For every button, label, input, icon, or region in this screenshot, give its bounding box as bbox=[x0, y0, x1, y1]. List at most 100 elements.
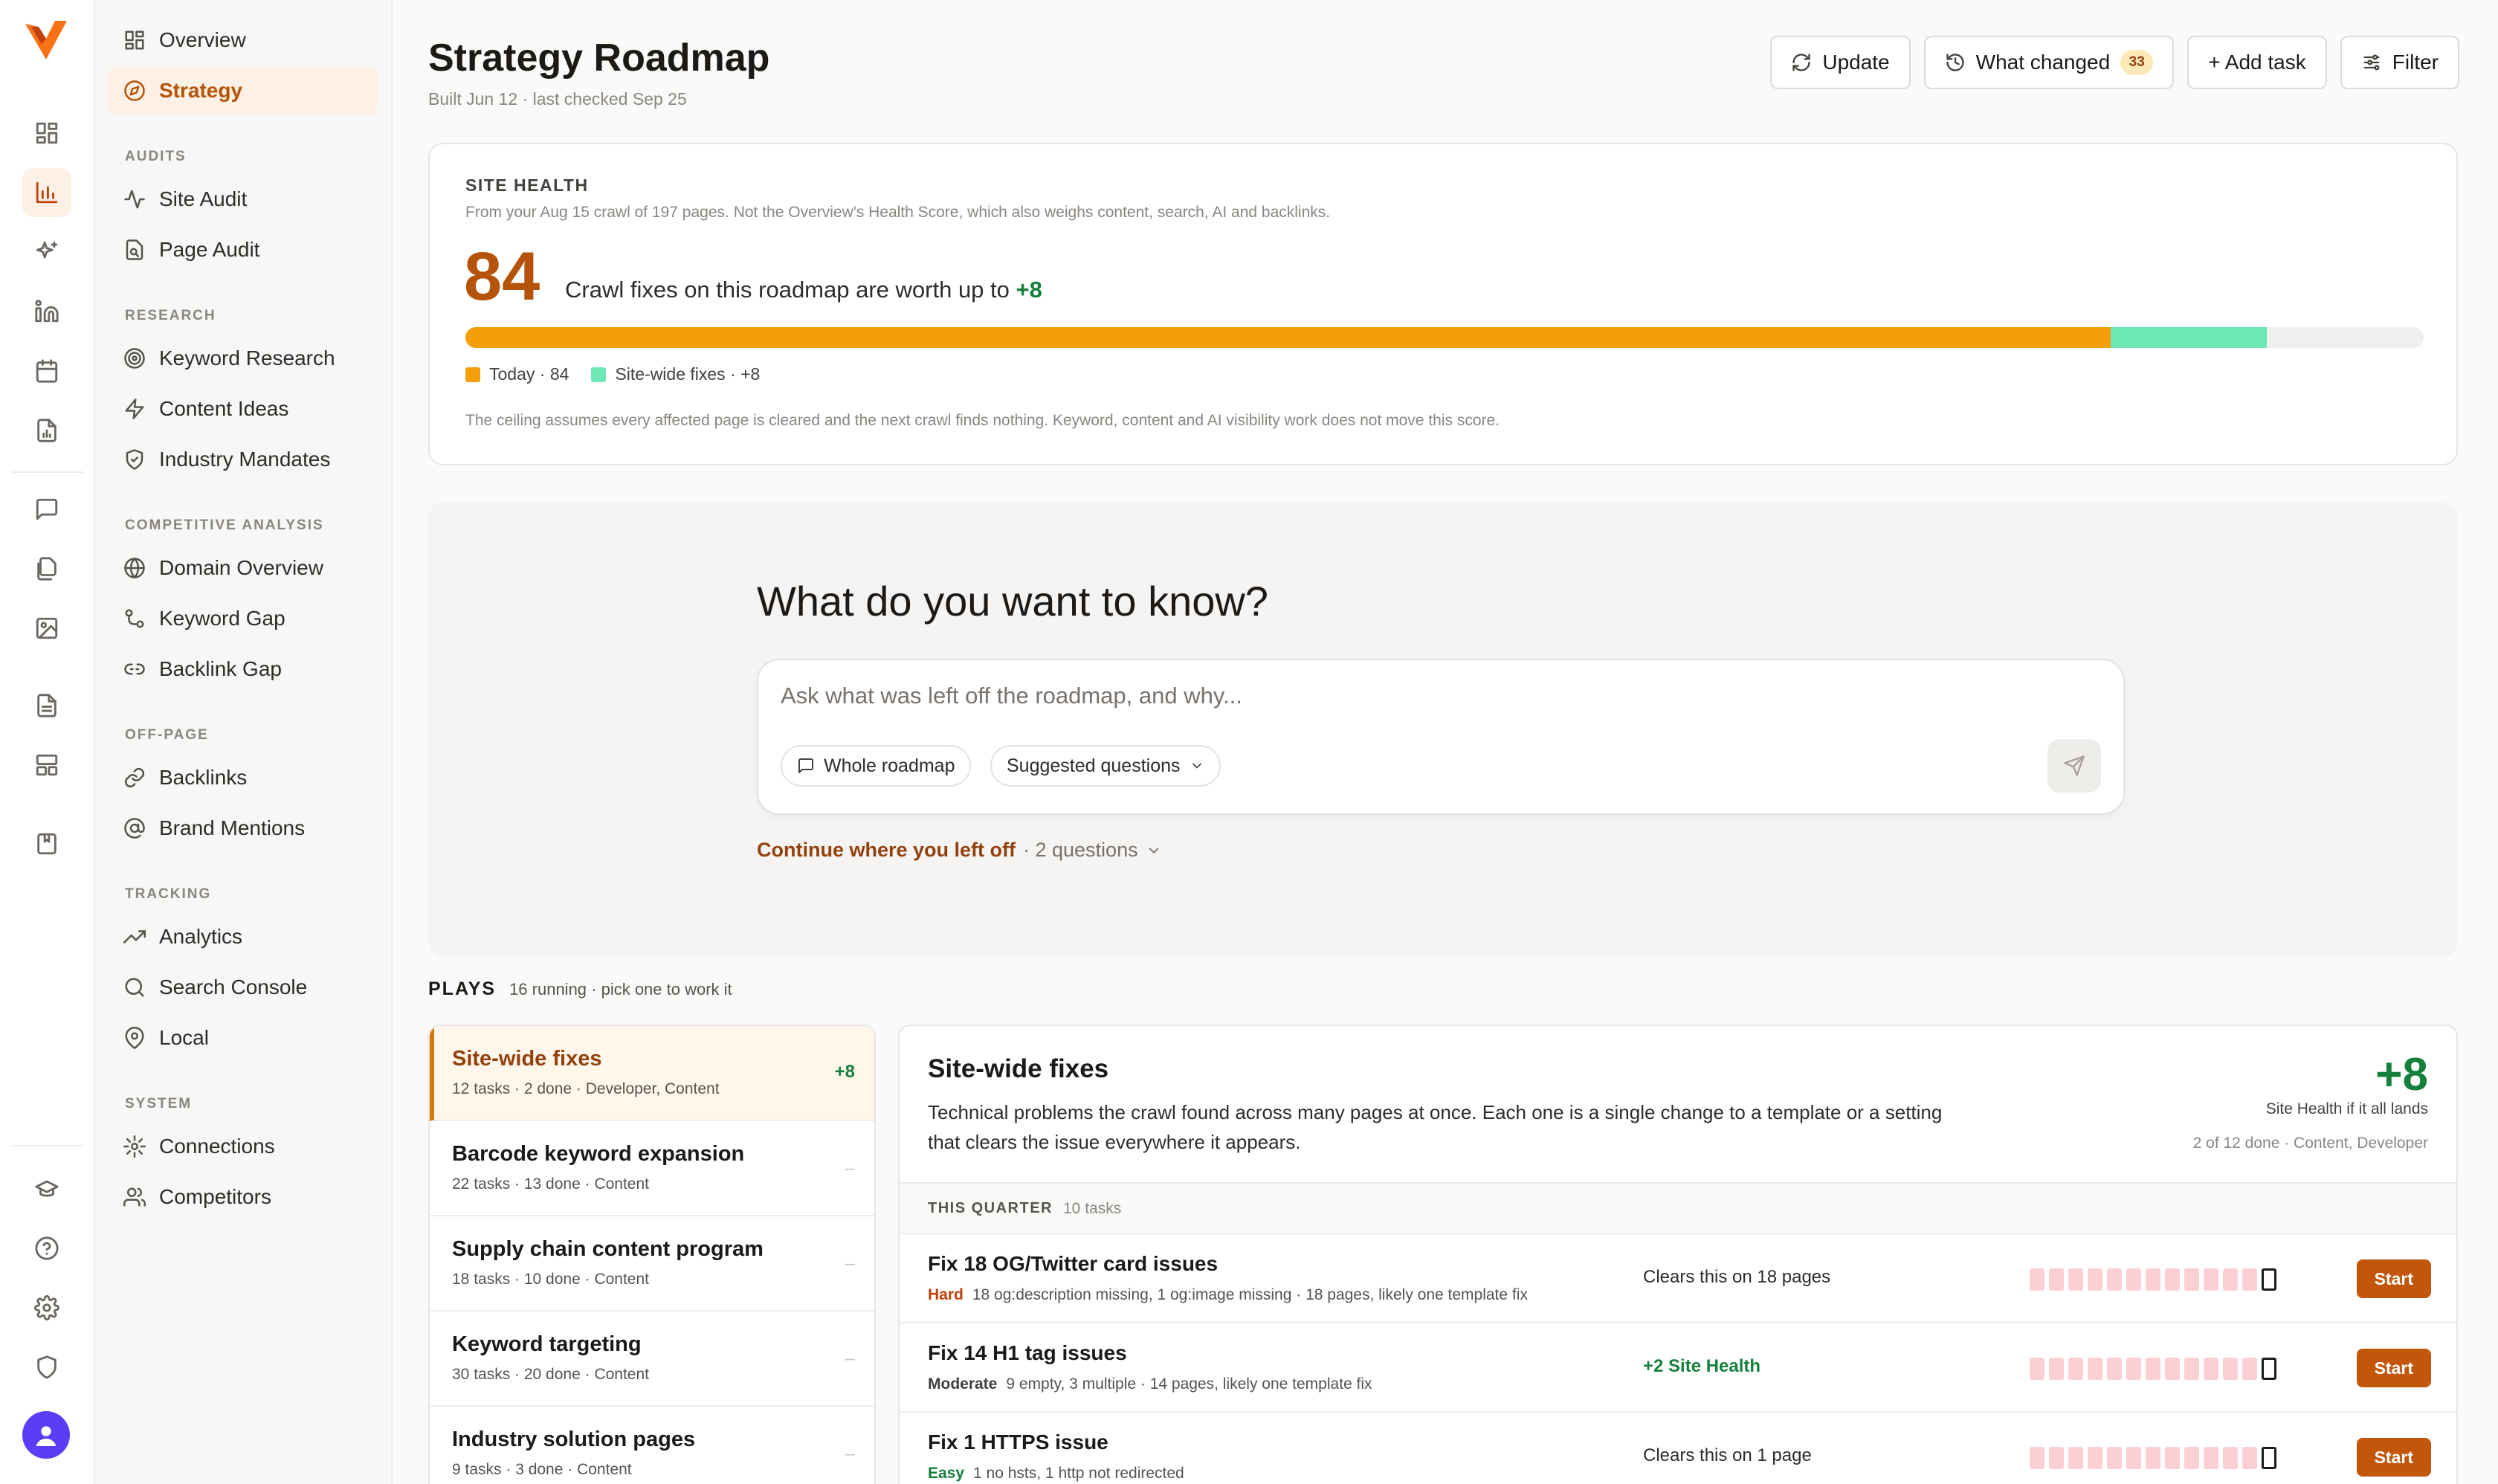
filter-button[interactable]: Filter bbox=[2340, 36, 2459, 89]
rail-graduation-icon[interactable] bbox=[22, 1164, 71, 1213]
site-health-note: The ceiling assumes every affected page … bbox=[465, 412, 1500, 429]
nav-item-search-console[interactable]: Search Console bbox=[107, 964, 378, 1011]
nav-item-label: Strategy bbox=[159, 79, 243, 102]
nav-item-content-ideas[interactable]: Content Ideas bbox=[107, 385, 378, 433]
rail-image-icon[interactable] bbox=[22, 604, 71, 653]
rail-chat-icon[interactable] bbox=[22, 485, 71, 534]
rail-report-icon[interactable] bbox=[22, 406, 71, 455]
rail-divider-bottom bbox=[12, 1145, 83, 1146]
chevron-down-icon[interactable] bbox=[1146, 842, 1162, 859]
start-button[interactable]: Start bbox=[2356, 1349, 2431, 1387]
nav-item-keyword-gap[interactable]: Keyword Gap bbox=[107, 595, 378, 642]
plays-subtitle: 16 running · pick one to work it bbox=[509, 980, 732, 999]
rail-document-icon[interactable] bbox=[22, 681, 71, 730]
sliders-icon bbox=[2363, 54, 2380, 71]
nav-item-local[interactable]: Local bbox=[107, 1014, 378, 1062]
bar-segment-today bbox=[465, 327, 2111, 348]
update-button[interactable]: Update bbox=[1770, 36, 1911, 89]
nav-item-label: Keyword Research bbox=[159, 346, 335, 370]
rail-layout-icon[interactable] bbox=[22, 741, 71, 790]
play-item[interactable]: Supply chain content program 18 tasks · … bbox=[430, 1216, 874, 1312]
progress-cell bbox=[2165, 1358, 2180, 1380]
rail-dashboard-icon[interactable] bbox=[22, 109, 71, 158]
play-value: – bbox=[845, 1254, 855, 1274]
task-progress-cells bbox=[2030, 1358, 2276, 1380]
play-item[interactable]: Barcode keyword expansion 22 tasks · 13 … bbox=[430, 1121, 874, 1216]
nav-item-connections[interactable]: Connections bbox=[107, 1123, 378, 1170]
detail-title: Site-wide fixes bbox=[928, 1054, 1109, 1083]
progress-cell bbox=[2204, 1268, 2218, 1291]
progress-cell-current bbox=[2262, 1268, 2276, 1291]
nav-item-backlinks[interactable]: Backlinks bbox=[107, 754, 378, 801]
start-button[interactable]: Start bbox=[2356, 1259, 2431, 1298]
progress-cell bbox=[2165, 1268, 2180, 1291]
nav-item-strategy[interactable]: Strategy bbox=[107, 67, 378, 114]
rail-help-icon[interactable] bbox=[22, 1224, 71, 1273]
progress-cell bbox=[2223, 1268, 2238, 1291]
task-name[interactable]: Fix 14 H1 tag issues bbox=[928, 1341, 1127, 1365]
send-button[interactable] bbox=[2047, 739, 2101, 793]
start-button[interactable]: Start bbox=[2356, 1438, 2431, 1477]
link-icon bbox=[124, 767, 145, 788]
nav-item-overview[interactable]: Overview bbox=[107, 16, 378, 64]
nav-item-keyword-research[interactable]: Keyword Research bbox=[107, 335, 378, 382]
what-changed-button[interactable]: What changed 33 bbox=[1923, 36, 2175, 89]
compass-icon bbox=[124, 80, 145, 101]
rail-bookmark-icon[interactable] bbox=[22, 819, 71, 868]
nav-item-competitors[interactable]: Competitors bbox=[107, 1173, 378, 1221]
at-sign-icon bbox=[124, 818, 145, 839]
suggested-questions-dropdown[interactable]: Suggested questions bbox=[990, 745, 1221, 787]
task-name[interactable]: Fix 18 OG/Twitter card issues bbox=[928, 1252, 1218, 1276]
worth-value: +8 bbox=[1016, 277, 1042, 303]
activity-icon bbox=[124, 190, 145, 209]
progress-cell bbox=[2126, 1358, 2141, 1380]
continue-count[interactable]: · 2 questions bbox=[1023, 839, 1138, 862]
progress-cell bbox=[2242, 1358, 2257, 1380]
icon-rail bbox=[0, 0, 95, 1484]
send-icon bbox=[2064, 755, 2085, 776]
site-health-legend: Today · 84 Site-wide fixes · +8 bbox=[465, 364, 760, 384]
progress-cell bbox=[2068, 1268, 2083, 1291]
play-item[interactable]: Keyword targeting 30 tasks · 20 done · C… bbox=[430, 1312, 874, 1407]
file-search-icon bbox=[126, 239, 143, 260]
progress-cell bbox=[2107, 1447, 2122, 1469]
progress-cell bbox=[2030, 1447, 2044, 1469]
rail-chart-icon[interactable] bbox=[22, 168, 71, 217]
nav-item-domain-overview[interactable]: Domain Overview bbox=[107, 544, 378, 592]
progress-cell bbox=[2030, 1358, 2044, 1380]
progress-cell bbox=[2165, 1447, 2180, 1469]
legend-today-label: Today · 84 bbox=[489, 364, 569, 384]
scope-chip[interactable]: Whole roadmap bbox=[781, 745, 972, 787]
rail-files-icon[interactable] bbox=[22, 544, 71, 593]
continue-link[interactable]: Continue where you left off bbox=[757, 839, 1016, 862]
rail-sparkles-icon[interactable] bbox=[22, 228, 71, 277]
nav-item-industry-mandates[interactable]: Industry Mandates bbox=[107, 436, 378, 483]
nav-item-page-audit[interactable]: Page Audit bbox=[107, 226, 378, 274]
task-meta: Hard 18 og:description missing, 1 og:imag… bbox=[928, 1286, 1528, 1304]
brand-logo-icon[interactable] bbox=[22, 16, 70, 64]
progress-cell bbox=[2184, 1358, 2199, 1380]
refresh-icon bbox=[1792, 54, 1811, 71]
play-meta: 30 tasks · 20 done · Content bbox=[452, 1366, 649, 1383]
ask-input[interactable] bbox=[781, 683, 2044, 709]
nav-item-label: Competitors bbox=[159, 1185, 271, 1208]
progress-cell bbox=[2088, 1358, 2102, 1380]
rail-shield-icon[interactable] bbox=[22, 1343, 71, 1392]
rail-linkedin-icon[interactable] bbox=[22, 287, 71, 336]
progress-cell bbox=[2030, 1268, 2044, 1291]
nav-item-analytics[interactable]: Analytics bbox=[107, 913, 378, 961]
rail-calendar-icon[interactable] bbox=[22, 346, 71, 396]
zap-icon bbox=[125, 399, 144, 419]
add-task-button[interactable]: + Add task bbox=[2187, 36, 2327, 89]
nav-item-backlink-gap[interactable]: Backlink Gap bbox=[107, 645, 378, 693]
user-avatar[interactable] bbox=[22, 1411, 70, 1459]
nav-item-brand-mentions[interactable]: Brand Mentions bbox=[107, 804, 378, 852]
nav-item-site-audit[interactable]: Site Audit bbox=[107, 175, 378, 223]
task-meta-text: 1 no hsts, 1 http not redirected bbox=[973, 1465, 1184, 1482]
play-item[interactable]: Industry solution pages 9 tasks · 3 done… bbox=[430, 1407, 874, 1484]
task-name[interactable]: Fix 1 HTTPS issue bbox=[928, 1430, 1108, 1454]
message-icon bbox=[798, 758, 813, 773]
play-item[interactable]: Site-wide fixes 12 tasks · 2 done · Deve… bbox=[430, 1026, 874, 1121]
rail-settings-icon[interactable] bbox=[22, 1283, 71, 1332]
site-health-label: SITE HEALTH bbox=[465, 175, 589, 195]
